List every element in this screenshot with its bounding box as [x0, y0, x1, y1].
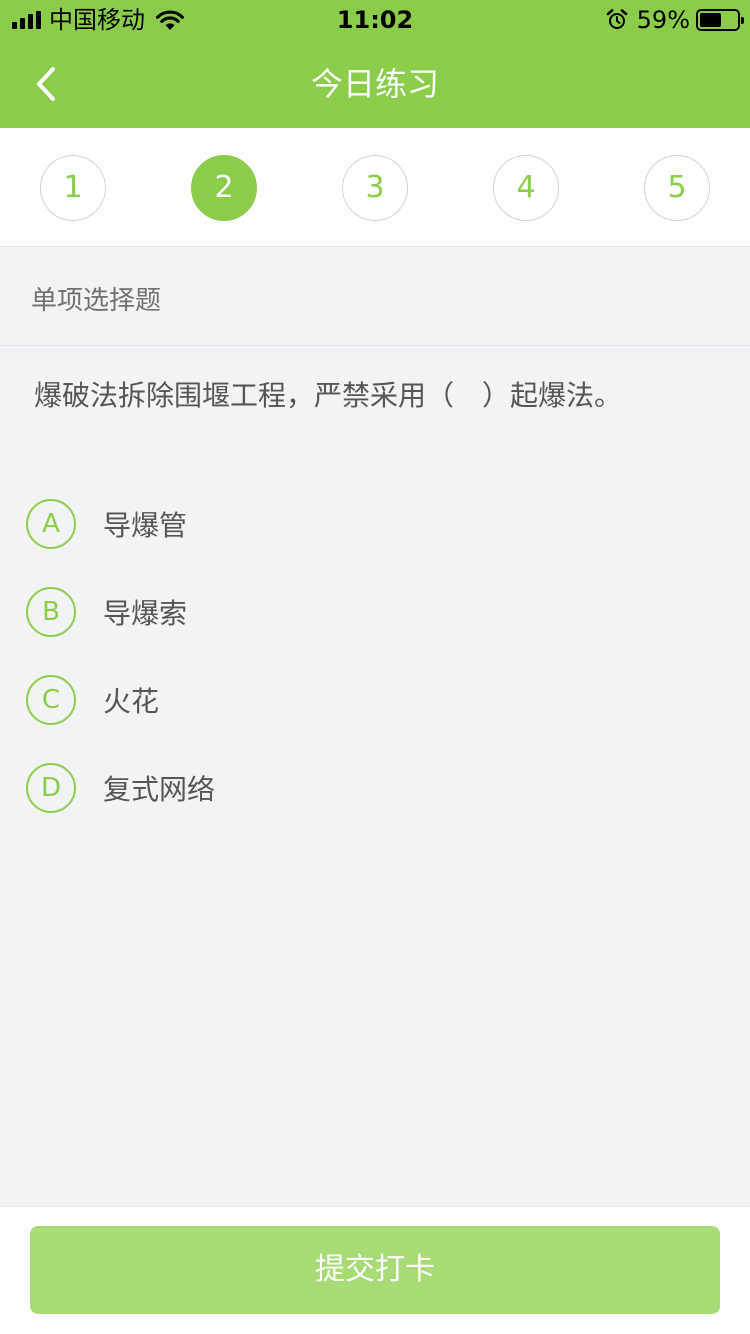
question-tab-2[interactable]: 2	[191, 155, 257, 221]
page-title: 今日练习	[310, 65, 439, 103]
status-bar: 中国移动 11:02 59%	[0, 0, 750, 40]
option-letter: C	[26, 675, 76, 725]
question-type: 单项选择题	[0, 248, 750, 346]
battery-icon	[696, 9, 744, 31]
alarm-icon	[606, 9, 627, 29]
option-b[interactable]: B 导爆索	[26, 586, 706, 638]
question-tab-3[interactable]: 3	[342, 155, 408, 221]
status-right: 59%	[605, 6, 744, 34]
option-letter: A	[26, 499, 76, 549]
option-d[interactable]: D 复式网络	[26, 762, 706, 814]
question-text: 爆破法拆除围堰工程，严禁采用（ ）起爆法。	[34, 379, 623, 412]
question-tab-4[interactable]: 4	[493, 155, 559, 221]
daily-practice-screen: 中国移动 11:02 59% 今日练习 1 2 3 4 5 单项选择题 爆破法拆…	[0, 0, 750, 1334]
nav-bar: 今日练习	[0, 40, 750, 128]
question-tabs: 1 2 3 4 5	[0, 128, 750, 247]
submit-checkin-button[interactable]: 提交打卡	[30, 1226, 720, 1314]
option-text: 火花	[103, 685, 160, 718]
option-c[interactable]: C 火花	[26, 674, 706, 726]
option-a[interactable]: A 导爆管	[26, 498, 706, 550]
option-letter: B	[26, 587, 76, 637]
option-text: 导爆管	[103, 509, 188, 542]
battery-fill	[700, 13, 721, 27]
option-letter: D	[26, 763, 76, 813]
bottom-bar: 提交打卡	[0, 1206, 750, 1334]
question-tab-5[interactable]: 5	[644, 155, 710, 221]
option-text: 导爆索	[103, 597, 188, 630]
option-text: 复式网络	[103, 773, 216, 806]
battery-tip	[741, 17, 744, 24]
battery-percent: 59%	[636, 6, 690, 34]
question-tab-1[interactable]: 1	[40, 155, 106, 221]
